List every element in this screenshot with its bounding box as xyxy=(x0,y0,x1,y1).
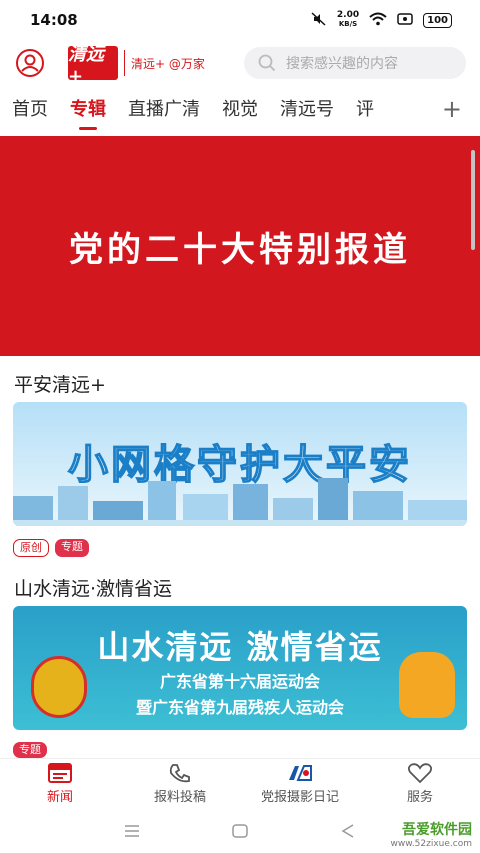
nav-services[interactable]: 服务 xyxy=(365,762,475,805)
nav-news-label: 新闻 xyxy=(46,790,73,805)
back-icon[interactable] xyxy=(339,823,357,839)
city-skyline-illustration xyxy=(13,478,467,526)
user-icon xyxy=(16,49,44,77)
search-placeholder: 搜索感兴趣的内容 xyxy=(286,56,398,72)
net-speed: 2.00 KB/S xyxy=(337,11,359,29)
battery-indicator: 100 xyxy=(423,12,452,28)
tab-live[interactable]: 直播广清 xyxy=(128,88,200,132)
nav-photo-diary[interactable]: 党报摄影日记 xyxy=(245,762,355,805)
banner-text: 党的二十大特别报道 xyxy=(69,229,411,270)
top-banner[interactable]: 党的二十大特别报道 xyxy=(0,136,480,356)
home-icon[interactable] xyxy=(231,823,249,839)
search-icon xyxy=(258,54,276,72)
status-time: 14:08 xyxy=(30,11,78,29)
card-2-title: 山水清远 激情省运 xyxy=(97,628,383,666)
watermark: 吾爱软件园 www.52zixue.com xyxy=(391,819,472,849)
tab-home[interactable]: 首页 xyxy=(12,88,48,132)
nav-services-label: 服务 xyxy=(406,790,433,805)
album-card-2[interactable]: 山水清远 激情省运 广东省第十六届运动会 暨广东省第九届残疾人运动会 xyxy=(13,606,467,730)
scrollbar[interactable] xyxy=(471,150,475,250)
phone-call-icon xyxy=(169,764,190,783)
section-title-1[interactable]: 平安清远+ xyxy=(14,370,106,397)
card-1-tags: 原创 专题 xyxy=(13,539,89,557)
nav-news[interactable]: 新闻 xyxy=(5,762,115,805)
photo-diary-icon xyxy=(289,765,312,781)
net-speed-unit: KB/S xyxy=(338,20,358,28)
nav-photo-diary-label: 党报摄影日记 xyxy=(260,790,339,805)
add-channel-button[interactable]: + xyxy=(442,88,462,132)
app-logo: 清远+ 清远+ @万家 xyxy=(68,44,205,87)
app-header: 清远+ 清远+ @万家 搜索感兴趣的内容 xyxy=(0,40,480,87)
sim-icon xyxy=(397,12,413,29)
bottom-nav: 新闻 报料投稿 党报摄影日记 服务 xyxy=(0,758,480,808)
wifi-icon xyxy=(369,12,387,29)
nav-submit-tip-label: 报料投稿 xyxy=(153,790,206,805)
tag-topic: 专题 xyxy=(13,742,47,758)
album-card-1[interactable]: 小网格守护大平安 xyxy=(13,402,467,526)
tab-qingyuan-account[interactable]: 清远号 xyxy=(280,88,334,132)
logo-mark: 清远+ xyxy=(68,44,118,87)
tab-comment[interactable]: 评 xyxy=(356,88,374,132)
status-bar: 14:08 2.00 KB/S 100 xyxy=(0,0,480,40)
net-speed-value: 2.00 xyxy=(336,10,360,20)
menu-icon[interactable] xyxy=(123,824,141,838)
tab-album[interactable]: 专辑 xyxy=(70,88,106,132)
status-icons: 2.00 KB/S 100 xyxy=(311,11,452,29)
heart-icon xyxy=(407,763,433,784)
logo-divider xyxy=(124,50,125,76)
tab-visual[interactable]: 视觉 xyxy=(222,88,258,132)
watermark-brand: 吾爱软件园 xyxy=(402,822,472,838)
card-2-tags: 专题 xyxy=(13,742,47,758)
tag-original: 原创 xyxy=(13,539,49,557)
logo-mark-text: 清远+ xyxy=(68,43,104,87)
newspaper-icon xyxy=(48,763,72,783)
tag-topic: 专题 xyxy=(55,539,89,557)
user-profile-button[interactable] xyxy=(14,47,46,79)
section-title-2[interactable]: 山水清远·激情省运 xyxy=(14,574,172,601)
nav-submit-tip[interactable]: 报料投稿 xyxy=(125,762,235,805)
watermark-url: www.52zixue.com xyxy=(390,839,472,849)
mascot-icon xyxy=(399,652,455,718)
logo-text: 清远+ @万家 xyxy=(131,56,205,71)
channel-tabs: 首页 专辑 直播广清 视觉 清远号 评 + xyxy=(0,88,480,132)
search-box[interactable]: 搜索感兴趣的内容 xyxy=(244,47,466,79)
mute-vibrate-icon xyxy=(311,11,327,29)
